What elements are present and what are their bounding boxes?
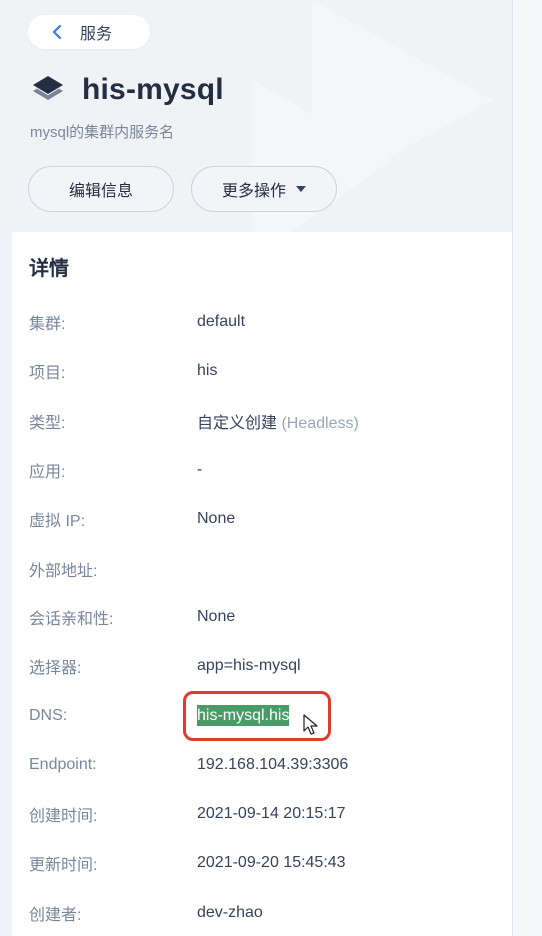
detail-key: 虚拟 IP:	[29, 513, 86, 530]
chevron-left-icon	[52, 24, 62, 40]
detail-value: None	[197, 608, 236, 625]
details-title: 详情	[29, 258, 69, 280]
detail-key: 外部地址:	[29, 563, 98, 580]
detail-key: Endpoint:	[29, 756, 97, 773]
detail-value: 2021-09-20 15:45:43	[197, 854, 346, 871]
detail-value: dev-zhao	[197, 904, 263, 921]
detail-key: 创建时间:	[29, 808, 98, 825]
detail-row-endpoint: Endpoint: 192.168.104.39:3306	[29, 750, 499, 780]
page-subtitle: mysql的集群内服务名	[30, 124, 175, 141]
detail-value: 192.168.104.39:3306	[197, 756, 349, 773]
detail-key: 应用:	[29, 464, 66, 481]
mouse-cursor-icon	[303, 714, 318, 735]
type-value: 自定义创建	[197, 415, 278, 432]
detail-value: -	[197, 461, 203, 478]
header-area: 服务 his-mysql mysql的集群内服务名 编辑信息 更多操作	[0, 0, 512, 260]
detail-row-external-address: 外部地址:	[29, 554, 499, 584]
detail-row-selector: 选择器: app=his-mysql	[29, 651, 499, 681]
edit-info-button[interactable]: 编辑信息	[28, 166, 174, 212]
title-row: his-mysql	[30, 68, 224, 112]
detail-key: 创建者:	[29, 907, 82, 924]
caret-down-icon	[296, 186, 306, 192]
detail-value: 2021-09-14 20:15:17	[197, 805, 346, 822]
detail-value: None	[197, 510, 236, 527]
detail-row-creator: 创建者: dev-zhao	[29, 898, 499, 928]
scrollbar[interactable]	[512, 0, 542, 936]
details-card: 详情 集群: default 项目: his 类型: 自定义创建 (Headle…	[12, 232, 512, 936]
detail-row-cluster: 集群: default	[29, 307, 499, 337]
back-button[interactable]: 服务	[28, 15, 150, 49]
more-actions-button[interactable]: 更多操作	[191, 166, 337, 212]
detail-row-created-time: 创建时间: 2021-09-14 20:15:17	[29, 799, 499, 829]
detail-key: 会话亲和性:	[29, 611, 114, 628]
more-actions-label: 更多操作	[221, 183, 286, 200]
detail-key: 类型:	[29, 415, 66, 432]
back-button-label: 服务	[80, 26, 113, 43]
detail-row-updated-time: 更新时间: 2021-09-20 15:45:43	[29, 848, 499, 878]
service-layers-icon	[33, 76, 63, 100]
detail-value: 自定义创建 (Headless)	[197, 409, 359, 433]
detail-key: 选择器:	[29, 660, 82, 677]
detail-value: his	[197, 362, 218, 379]
detail-row-virtual-ip: 虚拟 IP: None	[29, 504, 499, 534]
detail-value: app=his-mysql	[197, 657, 301, 674]
detail-row-project: 项目: his	[29, 356, 499, 386]
service-detail-panel: 服务 his-mysql mysql的集群内服务名 编辑信息 更多操作 详情 集…	[0, 0, 512, 936]
detail-value: default	[197, 313, 246, 330]
detail-key: 更新时间:	[29, 857, 98, 874]
detail-row-app: 应用: -	[29, 455, 499, 485]
detail-row-type: 类型: 自定义创建 (Headless)	[29, 406, 499, 436]
page-title: his-mysql	[82, 73, 224, 106]
detail-key: 项目:	[29, 365, 66, 382]
detail-key: DNS:	[29, 707, 68, 724]
detail-row-session-affinity: 会话亲和性: None	[29, 602, 499, 632]
type-extra: (Headless)	[281, 415, 359, 432]
edit-info-label: 编辑信息	[68, 183, 133, 200]
detail-key: 集群:	[29, 316, 66, 333]
